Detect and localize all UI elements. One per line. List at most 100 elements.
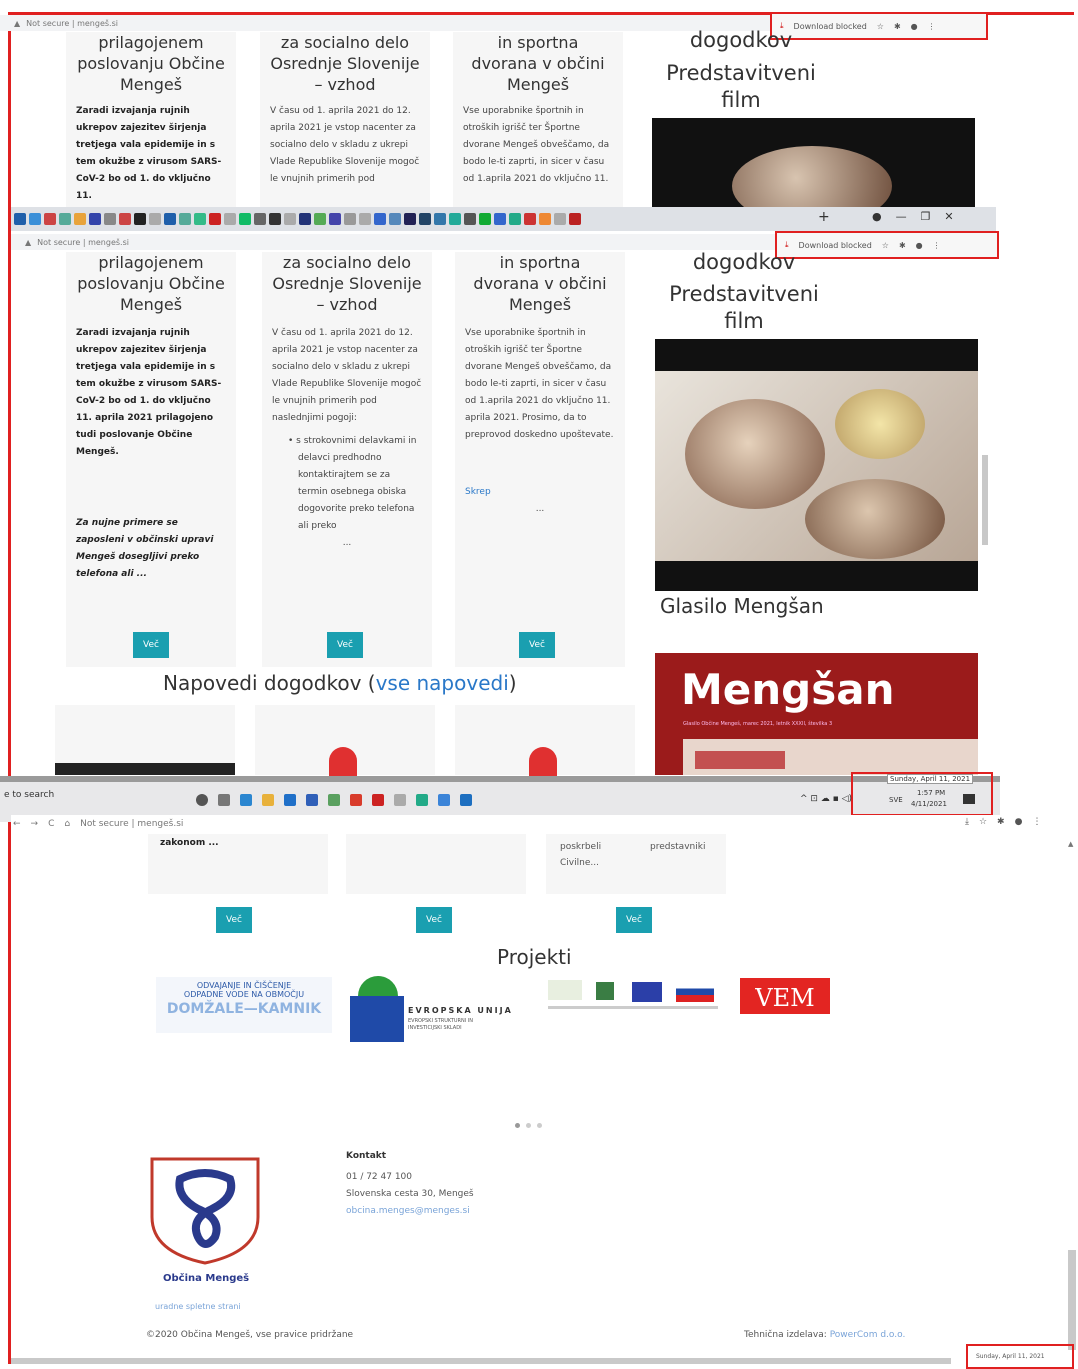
film-thumbnail[interactable]: [652, 118, 975, 208]
star-icon[interactable]: ☆: [882, 241, 889, 250]
tray-tooltip: Sunday, April 11, 2021: [887, 774, 974, 784]
profile-icon[interactable]: ●: [916, 241, 923, 250]
tech-credit: Tehnična izdelava: PowerCom d.o.o.: [744, 1330, 906, 1340]
crest-sub-link[interactable]: uradne spletne strani: [155, 1302, 241, 1311]
new-tab-button[interactable]: +: [818, 209, 830, 225]
glasilo-heading: Glasilo Mengšan: [660, 594, 824, 618]
carousel-dots[interactable]: [512, 1113, 545, 1132]
more-button-3[interactable]: Več: [519, 632, 555, 658]
more-button-5[interactable]: Več: [416, 907, 452, 933]
extensions-icon[interactable]: ✱: [899, 241, 906, 250]
taskbar-apps[interactable]: [196, 790, 472, 810]
projekti-heading: Projekti: [497, 945, 572, 969]
contact-address: Slovenska cesta 30, Mengeš: [346, 1189, 474, 1199]
card-text: Vse uporabnike športnih in otroških igri…: [463, 106, 610, 184]
contact-email-link[interactable]: obcina.menges@menges.si: [346, 1206, 470, 1216]
address-text[interactable]: Not secure | mengeš.si: [80, 819, 183, 829]
more-button-1[interactable]: Več: [133, 632, 169, 658]
mengsan-cover[interactable]: Mengšan Glasilo Občine Mengeš, marec 202…: [655, 653, 978, 775]
taskbar-search[interactable]: e to search: [0, 790, 185, 810]
card-italic-text: Za nujne primere se zaposleni v občinski…: [76, 518, 214, 579]
tray-date: 4/11/2021: [911, 800, 947, 808]
napovedi-heading: Napovedi dogodkov (vse napovedi): [163, 671, 517, 695]
warning-icon: ▲: [25, 237, 32, 247]
address-text: Not secure | mengeš.si: [26, 18, 118, 28]
event-card-2[interactable]: [255, 705, 435, 777]
card-2: za socialno delo Osrednje Slovenije – vzho…: [262, 252, 432, 667]
film-video[interactable]: [655, 339, 978, 591]
eu-flag-icon: [350, 996, 404, 1042]
window-controls[interactable]: ● — ❐ ✕: [872, 210, 954, 223]
event-icon: [529, 747, 557, 777]
film-title: Predstavitveni film: [666, 61, 816, 112]
copyright-text: ©2020 Občina Mengeš, vse pravice pridrža…: [146, 1330, 354, 1340]
domzale-kamnik-logo[interactable]: ODVAJANJE IN ČIŠČENJE ODPADNE VODE NA OB…: [156, 977, 332, 1033]
address-text: Not secure | mengeš.si: [37, 237, 129, 247]
event-card-1[interactable]: [55, 705, 235, 775]
events-heading-2: dogodkov: [692, 250, 796, 274]
back-icon[interactable]: ←: [13, 819, 21, 829]
crest-icon: [150, 1157, 260, 1265]
profile-icon[interactable]: ●: [911, 22, 918, 31]
card-text: Zaradi izvajanja rujnih ukrepov zajezite…: [76, 106, 222, 201]
mengsan-title: Mengšan: [681, 665, 895, 714]
corner-tooltip-highlight: Sunday, April 11, 2021: [966, 1344, 1074, 1369]
bottom-card-3: poskrbeli predstavniki Civilne...: [546, 834, 726, 894]
bottom-card-2: [346, 834, 526, 894]
eu-logo[interactable]: EVROPSKA UNIJA EVROPSKI STRUKTURNI IN IN…: [350, 976, 535, 1046]
toolbar-icons-3[interactable]: ⤓☆✱●⋮: [965, 817, 1051, 827]
nav-bar-3[interactable]: ← → C ⌂ Not secure | mengeš.si: [11, 815, 1078, 833]
scrollbar-2[interactable]: [982, 455, 988, 545]
card-2-top: za socialno delo Osrednje Slovenije – vzho…: [260, 32, 430, 207]
event-icon: [329, 747, 357, 777]
crest-logo[interactable]: [150, 1157, 260, 1265]
tray-time: 1:57 PM: [917, 789, 946, 797]
card-title: in sportna dvorana v občini Mengeš: [471, 33, 605, 94]
card-title: za socialno delo Osrednje Slovenije – vzho…: [270, 33, 420, 94]
card-text: zakonom ...: [160, 838, 219, 848]
card-ellipsis: ...: [535, 504, 545, 514]
scrollbar-3[interactable]: ▲: [1068, 840, 1076, 848]
more-button-2[interactable]: Več: [327, 632, 363, 658]
powercom-link[interactable]: PowerCom d.o.o.: [830, 1330, 906, 1340]
menu-icon[interactable]: ⋮: [933, 241, 941, 250]
more-button-4[interactable]: Več: [216, 907, 252, 933]
bottom-card-1: zakonom ...: [148, 834, 328, 894]
menu-icon[interactable]: ⋮: [928, 22, 936, 31]
extensions-icon[interactable]: ✱: [894, 22, 901, 31]
events-heading: dogodkov: [689, 28, 793, 52]
download-blocked-icon: ⤓: [785, 240, 789, 249]
more-button-6[interactable]: Več: [616, 907, 652, 933]
card-ellipsis: ...: [342, 538, 352, 548]
tray-highlight[interactable]: Sunday, April 11, 2021 SVE 1:57 PM 4/11/…: [851, 772, 993, 816]
contact-phone: 01 / 72 47 100: [346, 1172, 413, 1182]
notification-icon[interactable]: [963, 794, 975, 804]
contact-heading: Kontakt: [346, 1151, 387, 1161]
all-events-link[interactable]: vse napovedi: [376, 671, 509, 695]
tab-icons[interactable]: [14, 209, 581, 229]
card-1-top: prilagojenem poslovanju Občine Mengeš Zara…: [66, 32, 236, 207]
card-text: Zaradi izvajanja rujnih ukrepov zajezite…: [76, 328, 222, 457]
vem-logo[interactable]: VEM: [740, 978, 830, 1014]
card-link[interactable]: Skrep: [455, 484, 625, 501]
film-title-2: Predstavitveni film: [669, 282, 819, 333]
right-scrollbar[interactable]: [1068, 1250, 1076, 1350]
reload-icon[interactable]: C: [48, 819, 54, 829]
obcina-label: Občina Mengeš: [163, 1273, 250, 1284]
partner-logos[interactable]: [548, 980, 718, 1014]
home-icon[interactable]: ⌂: [64, 819, 70, 829]
bottom-scrollbar[interactable]: [11, 1358, 951, 1364]
mengsan-subtitle: Glasilo Občine Mengeš, marec 2021, letni…: [683, 721, 833, 727]
card-text: V času od 1. aprila 2021 do 12. aprila 2…: [270, 106, 420, 184]
download-blocked-label: Download blocked: [798, 240, 872, 250]
card-bullet: • s strokovnimi delavkami in delavci pre…: [288, 436, 417, 531]
card-3-top: in sportna dvorana v občini Mengeš Vse upo…: [453, 32, 623, 207]
card-title: prilagojenem poslovanju Občine Mengeš: [77, 253, 225, 314]
star-icon[interactable]: ☆: [877, 22, 884, 31]
forward-icon[interactable]: →: [31, 819, 39, 829]
tray-icons[interactable]: ^ ⊡ ☁ ▪ ◁): [800, 794, 852, 804]
tray-lang: SVE: [889, 796, 903, 804]
card-text: Vse uporabnike športnih in otroških igri…: [465, 328, 614, 440]
card-3: in sportna dvorana v občini Mengeš Vse upo…: [455, 252, 625, 667]
event-card-3[interactable]: [455, 705, 635, 777]
